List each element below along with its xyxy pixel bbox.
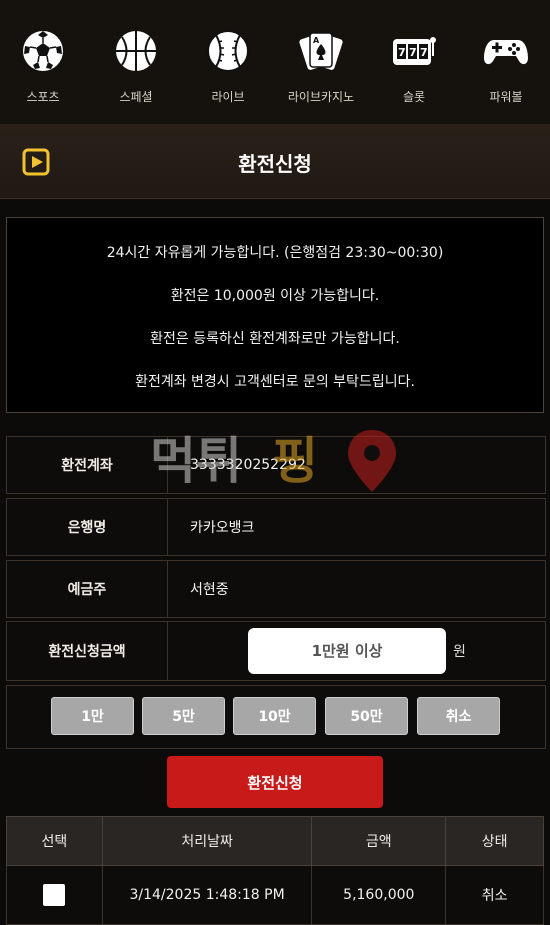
amount-label: 환전신청금액 [7, 622, 168, 680]
row-checkbox[interactable] [43, 884, 66, 906]
col-header-select: 선택 [6, 816, 103, 866]
nav-label-slot: 슬롯 [402, 90, 426, 104]
bank-value: 카카오뱅크 [190, 520, 255, 536]
quick-amount-row: 1만 5만 10만 50만 취소 [6, 685, 546, 749]
nav-label-live-casino: 라이브카지노 [287, 90, 355, 104]
select-cell [6, 865, 103, 925]
col-header-status: 상태 [445, 816, 544, 866]
add-50k-button[interactable]: 5만 [142, 697, 225, 735]
basketball-icon [116, 31, 156, 71]
amount-row: 환전신청금액 원 [6, 621, 546, 681]
amount-input[interactable] [248, 628, 446, 674]
holder-label: 예금주 [7, 561, 168, 617]
submit-withdraw-button[interactable]: 환전신청 [167, 756, 383, 808]
reset-amount-button[interactable]: 취소 [417, 697, 500, 735]
nav-label-powerball: 파워볼 [489, 90, 523, 104]
history-table: 선택 처리날짜 금액 상태 3/14/2025 1:48:18 PM 5,160… [6, 816, 544, 925]
nav-label-live: 라이브 [211, 90, 245, 104]
account-label: 환전계좌 [7, 437, 168, 493]
add-10k-button[interactable]: 1만 [51, 697, 134, 735]
col-header-date: 처리날짜 [101, 816, 313, 866]
svg-text:7: 7 [420, 46, 428, 59]
nav-item-special[interactable]: 스페셜 [91, 28, 181, 108]
holder-row: 예금주 서현중 [6, 560, 546, 618]
nav-item-slot[interactable]: 777 슬롯 [369, 28, 459, 108]
nav-item-sports[interactable]: 스포츠 [0, 28, 88, 108]
bank-label: 은행명 [7, 499, 168, 555]
baseball-icon [207, 30, 249, 72]
notice-line: 24시간 자유롭게 가능합니다. (은행점검 23:30~00:30) [106, 245, 444, 261]
date-cell: 3/14/2025 1:48:18 PM [101, 865, 313, 925]
bank-row: 은행명 카카오뱅크 [6, 498, 546, 556]
add-500k-button[interactable]: 50만 [325, 697, 408, 735]
nav-item-live-casino[interactable]: A 라이브카지노 [276, 28, 366, 108]
svg-text:A: A [313, 36, 320, 45]
nav-label-sports: 스포츠 [26, 90, 60, 104]
svg-text:7: 7 [398, 46, 406, 59]
notice-line: 환전은 10,000원 이상 가능합니다. [170, 288, 380, 304]
table-row: 3/14/2025 1:48:18 PM 5,160,000 취소 [6, 865, 544, 925]
nav-item-live[interactable]: 라이브 [183, 28, 273, 108]
amount-cell: 5,160,000 [311, 865, 447, 925]
playing-cards-icon: A [299, 32, 343, 70]
nav-item-powerball[interactable]: 파워볼 [461, 28, 550, 108]
add-100k-button[interactable]: 10만 [233, 697, 316, 735]
col-header-amount: 금액 [311, 816, 447, 866]
holder-value: 서현중 [190, 582, 229, 598]
nav-label-special: 스페셜 [119, 90, 153, 104]
svg-text:7: 7 [409, 46, 417, 59]
account-value: 3333320252292 [190, 457, 306, 473]
page-title: 환전신청 [238, 152, 312, 176]
top-nav: 스포츠 스페셜 라이브 A 라이브카지노 7 7 7 슬롯 파워볼 [0, 0, 550, 125]
slot-machine-icon: 777 [393, 37, 436, 65]
notice-box: 24시간 자유롭게 가능합니다. (은행점검 23:30~00:30) 환전은 … [6, 217, 544, 413]
notice-line: 환전은 등록하신 환전계좌로만 가능합니다. [150, 331, 400, 347]
account-row: 환전계좌 3333320252292 [6, 436, 546, 494]
table-header-row: 선택 처리날짜 금액 상태 [6, 816, 544, 866]
notice-line: 환전계좌 변경시 고객센터로 문의 부탁드립니다. [135, 374, 415, 390]
amount-unit: 원 [453, 644, 466, 660]
soccer-ball-icon [23, 31, 63, 71]
gamepad-icon [484, 40, 528, 65]
status-cell: 취소 [445, 865, 544, 925]
